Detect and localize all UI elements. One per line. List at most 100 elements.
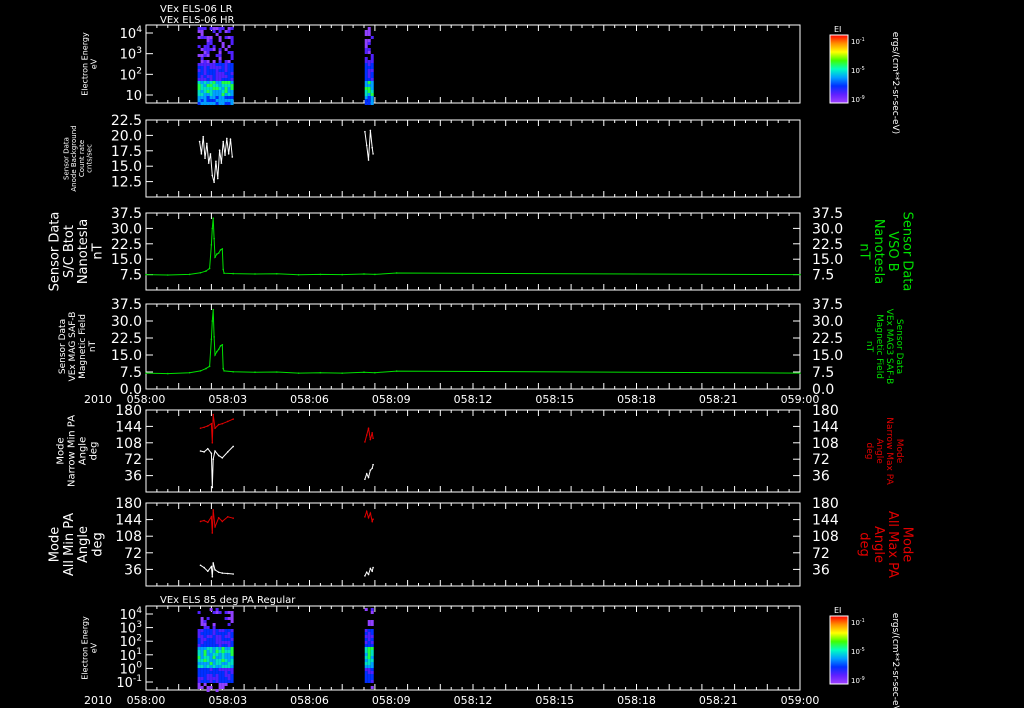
heatmap-cell [212, 674, 216, 677]
panel-title: VEx ELS 85 deg PA Regular [160, 595, 296, 606]
data-point [213, 181, 215, 184]
heatmap-cell [206, 60, 210, 63]
heatmap-cell [215, 102, 219, 105]
heatmap-cell [224, 66, 228, 69]
heatmap-cell [230, 620, 234, 623]
heatmap-cell [227, 60, 231, 63]
heatmap-cell [218, 90, 222, 93]
heatmap-cell [364, 644, 368, 647]
data-point [276, 272, 278, 275]
heatmap-cell [230, 638, 234, 641]
heatmap-cell [209, 659, 213, 662]
heatmap-cell [203, 680, 207, 683]
heatmap-cell [367, 632, 371, 635]
heatmap-cell [206, 659, 210, 662]
heatmap-cell [206, 93, 210, 96]
y-axis-label: ModeAll Min PAAngledeg [48, 513, 106, 576]
heatmap-cell [224, 81, 228, 84]
data-point [254, 371, 256, 374]
heatmap-cell [230, 36, 234, 39]
heatmap-cell [221, 674, 225, 677]
y-tick-label: 104 [120, 25, 143, 42]
heatmap-cell [230, 84, 234, 87]
heatmap-cell [221, 668, 225, 671]
heatmap-cell [224, 90, 228, 93]
data-point [223, 370, 225, 372]
y-tick-label: 7.5 [120, 365, 142, 381]
heatmap-cell [370, 75, 374, 78]
heatmap-cell [203, 54, 207, 57]
heatmap-cell [200, 629, 204, 632]
data-point [208, 365, 211, 368]
x-tick-label: 058:06 [290, 393, 329, 406]
data-point [395, 272, 398, 274]
heatmap-cell [215, 680, 219, 683]
heatmap-cell [370, 653, 374, 656]
heatmap-cell [230, 611, 234, 614]
heatmap-cell [215, 647, 219, 650]
heatmap-cell [215, 662, 219, 665]
heatmap-cell [367, 30, 371, 33]
data-point [203, 519, 205, 522]
heatmap-cell [209, 641, 213, 644]
heatmap-cell [221, 686, 225, 689]
y-tick-label: 22.5 [111, 237, 142, 253]
heatmap-cell [206, 84, 210, 87]
heatmap-cell [209, 72, 213, 75]
heatmap-cell [221, 638, 225, 641]
heatmap-cell [215, 69, 219, 72]
panel-frame [145, 119, 801, 198]
y-tick-label: 108 [115, 529, 142, 545]
y-tick-label: 15.0 [111, 252, 142, 268]
data-point [214, 450, 216, 452]
heatmap-cell [227, 66, 231, 69]
panel-3: 37.5 37.530.0 30.022.5 22.515.0 15.07.5 7.5Se… [48, 206, 915, 291]
heatmap-cell [206, 668, 210, 671]
data-point [219, 249, 222, 251]
data-point [220, 162, 223, 164]
data-point [365, 571, 368, 573]
data-point [395, 370, 398, 372]
x-tick-label: 058:03 [208, 694, 247, 707]
heatmap-cell [212, 93, 216, 96]
data-point [232, 445, 234, 448]
heatmap-cell [367, 75, 371, 78]
heatmap-cell [203, 671, 207, 674]
heatmap-cell [221, 656, 225, 659]
heatmap-cell [224, 63, 228, 66]
data-point [372, 463, 374, 466]
y-tick-label-right: 72 [812, 546, 830, 562]
heatmap-cell [364, 638, 368, 641]
panel-frame [145, 303, 801, 390]
heatmap-cell [227, 662, 231, 665]
panel-frame [145, 409, 801, 493]
heatmap-cell [218, 659, 222, 662]
heatmap-cell [230, 680, 234, 683]
heatmap-cell [203, 102, 207, 105]
data-point [371, 431, 373, 434]
x-tick-label: 058:00 [127, 393, 166, 406]
heatmap-cell [212, 626, 216, 629]
heatmap-cell [212, 644, 216, 647]
heatmap-cell [364, 608, 368, 611]
heatmap-cell [230, 665, 234, 668]
heatmap-cell [197, 638, 201, 641]
data-point [145, 273, 147, 276]
data-point [221, 572, 224, 574]
data-point [211, 486, 214, 489]
data-point [211, 320, 214, 322]
heatmap-cell [230, 674, 234, 677]
data-point [210, 565, 213, 568]
data-point [211, 174, 214, 177]
heatmap-cell [200, 93, 204, 96]
heatmap-cell [367, 653, 371, 656]
heatmap-cell [203, 27, 207, 30]
data-point [214, 354, 216, 356]
heatmap-cell [367, 60, 371, 63]
heatmap-cell [364, 84, 368, 87]
heatmap-cell [224, 632, 228, 635]
panel-title: VEx ELS-06 LR [160, 4, 233, 15]
heatmap-cell [203, 629, 207, 632]
heatmap-cell [221, 84, 225, 87]
heatmap-cell [197, 36, 201, 39]
